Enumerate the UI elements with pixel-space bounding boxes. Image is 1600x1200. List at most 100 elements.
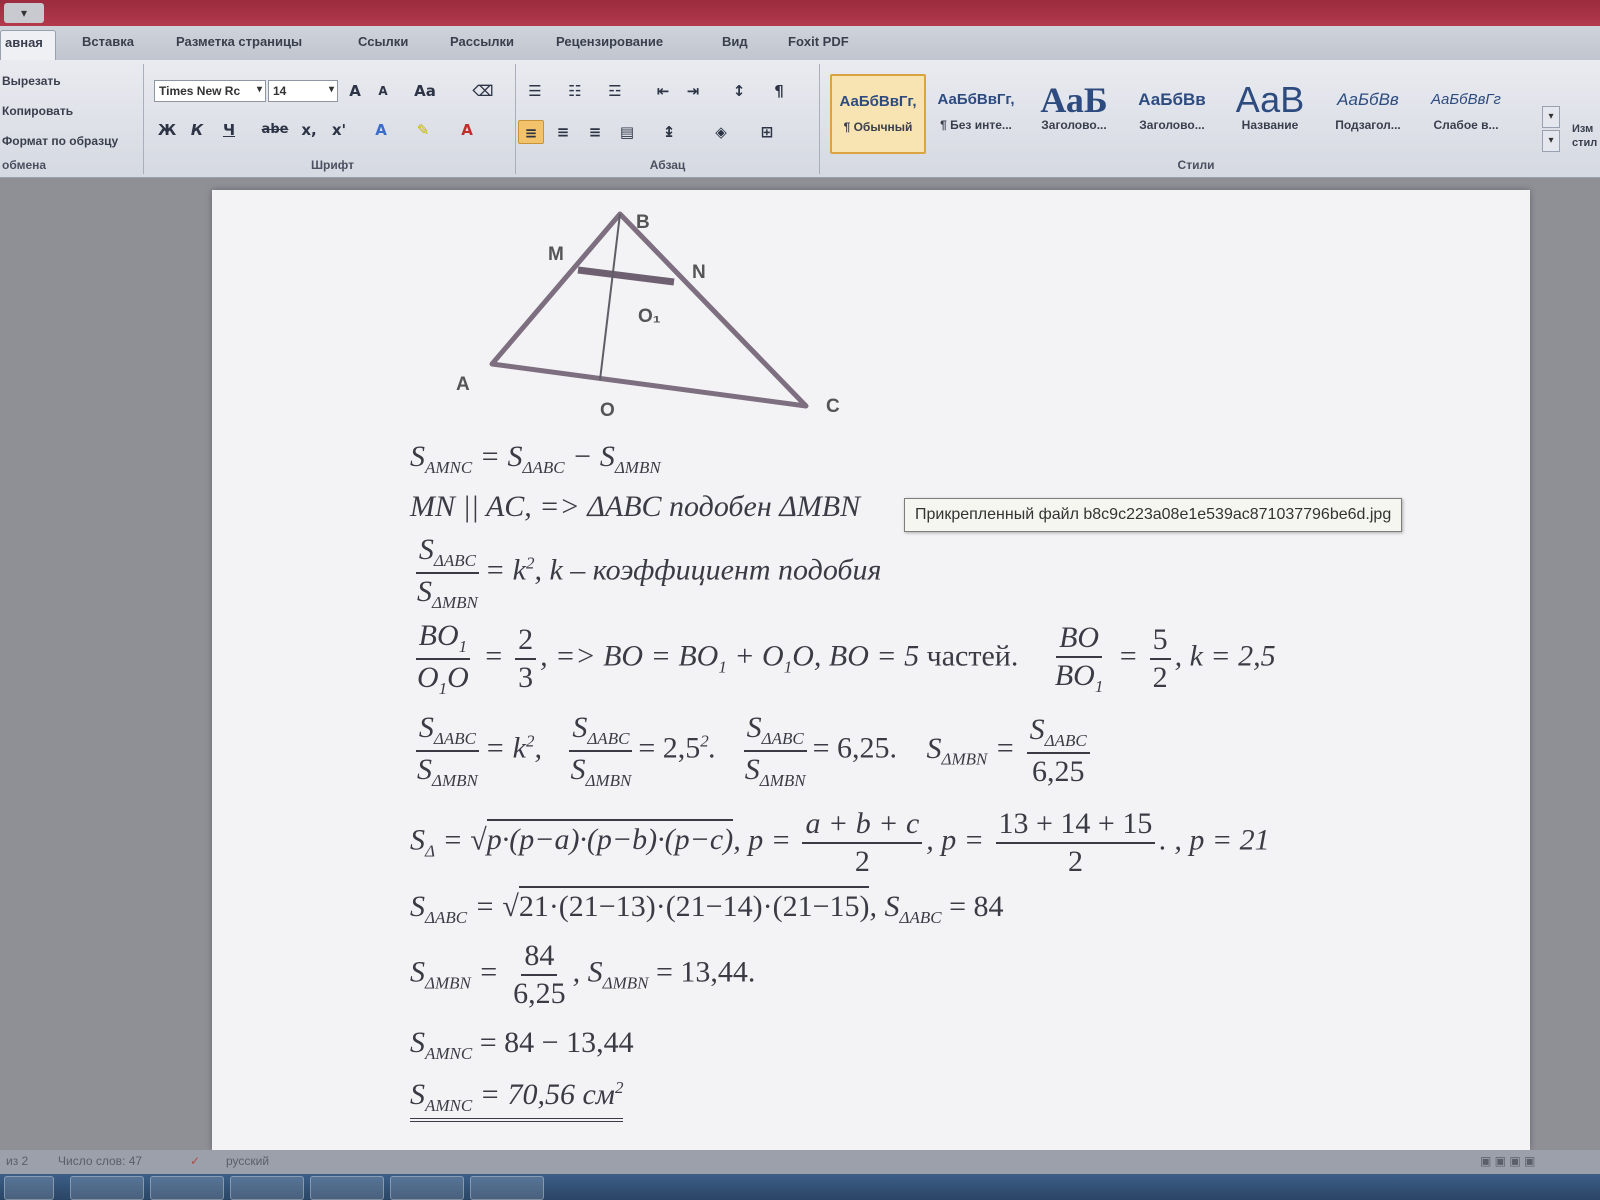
tab-insert[interactable]: Вставка (82, 34, 134, 49)
chevron-down-icon: ▾ (328, 84, 334, 95)
numerator: 5 (1149, 624, 1171, 660)
style-heading-1[interactable]: АаБ Заголово... (1026, 74, 1122, 154)
style-name: Название (1241, 118, 1299, 132)
style-name: Заголово... (1139, 118, 1205, 132)
taskbar-app[interactable] (390, 1176, 464, 1200)
start-button[interactable] (4, 1176, 54, 1200)
font-color-icon[interactable]: A (454, 118, 480, 142)
page-count[interactable]: из 2 (6, 1154, 28, 1168)
style-title[interactable]: АаВ Название (1222, 74, 1318, 154)
taskbar-explorer[interactable] (70, 1176, 144, 1200)
tab-page-layout[interactable]: Разметка страницы (176, 34, 302, 49)
superscript: 2 (700, 731, 709, 751)
taskbar-app[interactable] (310, 1176, 384, 1200)
label-a: A (456, 374, 470, 395)
spellcheck-icon[interactable]: ✓ (190, 1154, 200, 1168)
text: S (417, 574, 432, 608)
style-subtle-emphasis[interactable]: АаБбВвГг Слабое в... (1418, 74, 1514, 154)
font-name-select[interactable]: Times New Rc ▾ (154, 80, 266, 102)
subscript: ΔMBN (425, 973, 471, 993)
text: = 84 (941, 890, 1004, 923)
strikethrough-button[interactable]: abe (258, 118, 292, 142)
text: S (410, 440, 425, 473)
change-styles-button[interactable]: Изм стил (1572, 122, 1600, 150)
align-left-icon[interactable]: ≡ (518, 120, 544, 144)
style-subtitle[interactable]: АаБбВв Подзагол... (1320, 74, 1416, 154)
change-case-button[interactable]: Aa (408, 79, 442, 103)
subscript: 1 (458, 637, 468, 656)
text-effects-icon[interactable]: A (368, 118, 394, 142)
borders-icon[interactable]: ⊞ (754, 120, 780, 144)
tab-foxit-pdf[interactable]: Foxit PDF (788, 34, 849, 49)
decrease-indent-icon[interactable]: ⇤ (650, 79, 676, 103)
word-count[interactable]: Число слов: 47 (58, 1154, 142, 1168)
taskbar-word[interactable] (470, 1176, 544, 1200)
clear-format-icon[interactable]: ⌫ (470, 79, 496, 103)
copy-button[interactable]: Копировать (2, 104, 73, 118)
bold-button[interactable]: Ж (154, 118, 180, 142)
style-normal[interactable]: АаБбВвГг, ¶ Обычный (830, 74, 926, 154)
denominator: 3 (518, 660, 534, 694)
font-size-select[interactable]: 14 ▾ (268, 80, 338, 102)
text: = 13,44. (648, 955, 756, 989)
text: O, BO = 5 (792, 639, 927, 673)
shrink-font-button[interactable]: A (370, 79, 396, 103)
shading-icon[interactable]: ◈ (708, 120, 734, 144)
text: S (746, 711, 762, 744)
text: S (410, 1078, 425, 1111)
fraction: 5 2 (1149, 624, 1171, 693)
underline-button[interactable]: Ч (216, 118, 242, 142)
taskbar-browser[interactable] (150, 1176, 224, 1200)
increase-indent-icon[interactable]: ⇥ (680, 79, 706, 103)
tab-references[interactable]: Ссылки (358, 34, 408, 49)
label-o1: O₁ (638, 306, 661, 327)
style-heading-2[interactable]: АаБбВв Заголово... (1124, 74, 1220, 154)
subscript: AMNC (425, 1044, 473, 1063)
align-center-icon[interactable]: ≡ (550, 120, 576, 144)
denominator: O1O (414, 660, 472, 698)
formula-line-9: SAMNC = 84 − 13,44 (410, 1026, 634, 1064)
superscript-button[interactable]: x' (326, 118, 352, 142)
multilevel-list-icon[interactable]: ☲ (602, 79, 628, 103)
grow-font-button[interactable]: A (342, 79, 368, 103)
label-n: N (692, 262, 706, 283)
language[interactable]: русский (226, 1154, 269, 1168)
triangle-figure: A B C M N O O₁ (456, 211, 840, 420)
text: O (447, 660, 469, 694)
sort-icon[interactable]: ↕ (726, 79, 752, 103)
show-formatting-button[interactable]: ¶ (766, 79, 792, 103)
subscript-button[interactable]: x, (296, 118, 322, 142)
cut-button[interactable]: Вырезать (2, 74, 61, 88)
tab-view[interactable]: Вид (722, 34, 748, 49)
styles-more-icon[interactable]: ▾ (1542, 130, 1560, 152)
styles-scroll-down-icon[interactable]: ▾ (1542, 106, 1560, 128)
numbering-icon[interactable]: ☷ (562, 79, 588, 103)
align-right-icon[interactable]: ≡ (582, 120, 608, 144)
quick-access-icon[interactable]: ▾ (4, 3, 44, 23)
style-sample: АаВ (1235, 79, 1305, 120)
tab-mailings[interactable]: Рассылки (450, 34, 514, 49)
text: + O (726, 639, 784, 673)
bullets-icon[interactable]: ☰ (522, 79, 548, 103)
numerator: 84 (521, 940, 558, 976)
subscript: ΔABC (1044, 731, 1087, 751)
style-sample: АаБбВвГг, (937, 91, 1015, 108)
view-buttons-icon[interactable]: ▣ ▣ ▣ ▣ (1480, 1154, 1535, 1168)
line-spacing-icon[interactable]: ↨ (656, 120, 682, 144)
numerator: 13 + 14 + 15 (995, 808, 1156, 844)
text: = S (472, 440, 523, 473)
tab-review[interactable]: Рецензирование (556, 34, 663, 49)
justify-icon[interactable]: ▤ (614, 120, 640, 144)
style-sample: АаБбВвГг (1431, 91, 1501, 108)
taskbar-skype[interactable] (230, 1176, 304, 1200)
paragraph-group: ☰ ☷ ☲ ⇤ ⇥ ↕ ¶ ≡ ≡ ≡ ▤ ↨ ◈ ⊞ Абзац (516, 64, 820, 174)
clipboard-group-label: обмена (2, 158, 47, 172)
style-no-spacing[interactable]: АаБбВвГг, ¶ Без инте... (928, 74, 1024, 154)
numerator: BO1 (415, 620, 471, 660)
subscript: ΔMBN (432, 770, 478, 790)
subscript: ΔABC (587, 729, 630, 748)
highlight-icon[interactable]: ✎ (410, 118, 436, 142)
tab-home[interactable]: авная (0, 30, 56, 60)
format-painter-button[interactable]: Формат по образцу (2, 134, 118, 148)
italic-button[interactable]: К (184, 118, 210, 142)
